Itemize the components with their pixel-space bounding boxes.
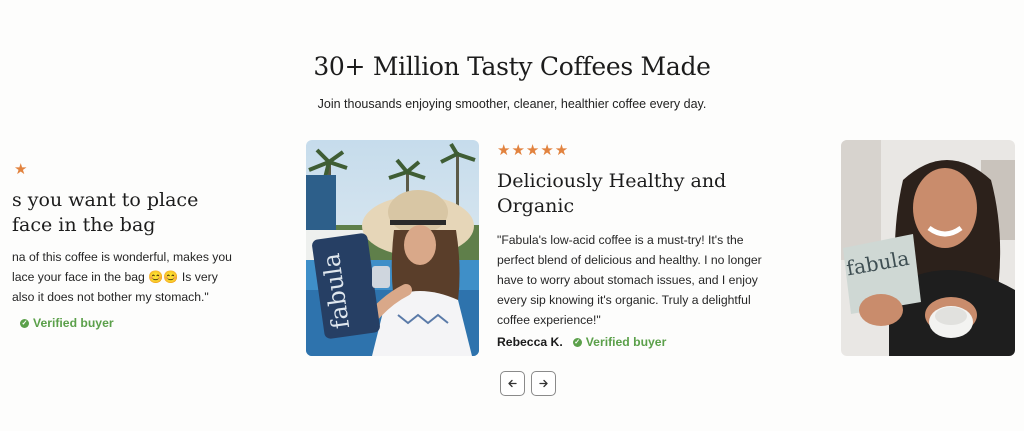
review-quote: "Fabula's low-acid coffee is a must-try!… [497, 233, 762, 327]
section-subtitle: Join thousands enjoying smoother, cleane… [317, 97, 707, 111]
photo-illustration: fabula [841, 140, 1015, 356]
photo-illustration: fabula [306, 140, 479, 356]
review-photo-woman-bag: fabula [841, 140, 1015, 356]
review-heading: Deliciously Healthy and Organic [497, 170, 727, 217]
review-heading-line: s you want to place [12, 189, 199, 211]
check-circle-icon: ✓ [572, 337, 582, 347]
arrow-right-icon [539, 379, 548, 388]
star-rating: ★★★★★ [497, 142, 570, 159]
arrow-left-icon [508, 379, 517, 388]
review-meta: Rebecca K. ✓ Verified buyer [497, 335, 666, 349]
verified-label: Verified buyer [33, 316, 114, 330]
verified-buyer-badge: ✓ Verified buyer [572, 335, 667, 349]
star-rating: ★ [14, 161, 29, 178]
review-quote-line: lace your face in the bag 😊😊 Is very [12, 270, 218, 284]
review-heading: s you want to place face in the bag [12, 188, 198, 238]
check-circle-icon: ✓ [20, 318, 29, 328]
review-quote: na of this coffee is wonderful, makes yo… [12, 247, 232, 307]
carousel-next-button[interactable] [531, 371, 556, 396]
reviewer-name: Rebecca K. [497, 335, 563, 349]
carousel-prev-button[interactable] [500, 371, 525, 396]
review-heading-line: face in the bag [12, 214, 156, 236]
review-quote-line: na of this coffee is wonderful, makes yo… [12, 250, 232, 264]
section-title: 30+ Million Tasty Coffees Made [313, 52, 711, 81]
verified-label: Verified buyer [585, 335, 667, 349]
review-quote-line: also it does not bother my stomach." [12, 290, 209, 304]
review-photo-woman-pool: fabula [306, 140, 479, 356]
verified-buyer-badge: ✓ Verified buyer [20, 316, 114, 330]
